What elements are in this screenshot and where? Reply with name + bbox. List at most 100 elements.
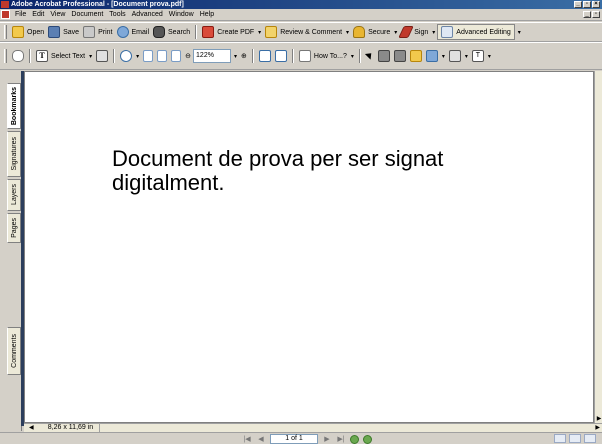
single-page-layout-button[interactable] [554, 434, 566, 443]
toolbar-grip[interactable] [4, 25, 7, 39]
document-window-controls: _ ▫ [583, 11, 600, 18]
binoculars-icon [153, 26, 166, 38]
menu-edit[interactable]: Edit [29, 9, 47, 21]
note-button[interactable] [408, 48, 424, 64]
zoom-out-button[interactable]: ⊖ [183, 48, 193, 64]
fit-page-button[interactable] [155, 48, 169, 64]
minimize-button[interactable]: _ [574, 1, 582, 8]
menu-view[interactable]: View [47, 9, 68, 21]
tab-layers[interactable]: Layers [7, 179, 21, 211]
zoom-in-button[interactable]: ⊕ [239, 48, 249, 64]
secure-label: Secure [368, 28, 391, 36]
measure-icon: T [471, 50, 484, 62]
tab-signatures-label: Signatures [10, 137, 18, 171]
menu-advanced[interactable]: Advanced [129, 9, 166, 21]
zoom-dropdown[interactable]: ▾ [231, 48, 239, 64]
close-button[interactable]: × [592, 1, 600, 8]
status-bar: |◀ ◀ 1 of 1 ▶ ▶| [0, 432, 602, 444]
facing-layout-button[interactable] [584, 434, 596, 443]
advanced-editing-label: Advanced Editing [456, 28, 511, 36]
review-comment-button[interactable]: Review & Comment ▾ [263, 24, 351, 40]
tab-signatures[interactable]: Signatures [7, 131, 21, 177]
how-to-label: How To...? [313, 52, 347, 60]
scroll-down-arrow[interactable]: ▶ [595, 415, 602, 423]
search-button[interactable]: Search [151, 24, 192, 40]
stamp-button[interactable] [392, 48, 408, 64]
tab-bookmarks-label: Bookmarks [10, 86, 18, 126]
email-button[interactable]: Email [115, 24, 152, 40]
chevron-down-icon: ▾ [89, 53, 93, 60]
document-icon[interactable] [1, 10, 10, 19]
horizontal-scrollbar[interactable]: ◀ 8,26 x 11,69 in ▶ [24, 423, 602, 432]
save-label: Save [63, 28, 80, 36]
toolbar-separator [113, 49, 116, 63]
tab-comments[interactable]: Comments [7, 327, 21, 375]
menu-document[interactable]: Document [68, 9, 106, 21]
page-number-input[interactable]: 1 of 1 [270, 434, 318, 444]
open-button[interactable]: Open [10, 24, 46, 40]
review-comment-icon [265, 26, 278, 38]
print-button[interactable]: Print [81, 24, 114, 40]
document-text[interactable]: Document de prova per ser signat digital… [112, 147, 542, 195]
snapshot-button[interactable] [94, 48, 110, 64]
maximize-button[interactable]: ▫ [583, 1, 591, 8]
scroll-left-arrow[interactable]: ◀ [29, 425, 37, 432]
rotate-view-ccw-button[interactable] [273, 48, 289, 64]
previous-view-button[interactable] [350, 434, 359, 444]
rotate-view-button[interactable] [257, 48, 273, 64]
measure-tool-button[interactable]: T ▾ [470, 48, 493, 64]
continuous-layout-button[interactable] [569, 434, 581, 443]
rotate-ccw-icon [274, 50, 287, 62]
menu-window[interactable]: Window [166, 9, 197, 21]
select-object-button[interactable] [364, 48, 376, 64]
sign-button[interactable]: Sign ▾ [398, 24, 437, 40]
touchup-text-button[interactable] [376, 48, 392, 64]
fit-width-button[interactable] [169, 48, 183, 64]
previous-page-button[interactable]: ◀ [256, 435, 266, 444]
camera-icon [96, 50, 109, 62]
select-text-button[interactable]: T Select Text ▾ [34, 48, 94, 64]
next-view-button[interactable] [363, 434, 372, 444]
secure-button[interactable]: Secure ▾ [351, 24, 399, 40]
doc-minimize-button[interactable]: _ [583, 11, 591, 18]
page-layout-controls [554, 434, 596, 443]
zoom-tool-button[interactable]: ▾ [118, 48, 141, 64]
create-pdf-button[interactable]: Create PDF ▾ [200, 24, 263, 40]
file-toolbar: Open Save Print Email Search Create PDF ▾… [0, 22, 602, 42]
menu-bar: File Edit View Document Tools Advanced W… [0, 9, 602, 21]
doc-restore-button[interactable]: ▫ [592, 11, 600, 18]
how-to-button[interactable]: How To...? ▾ [297, 48, 356, 64]
last-page-button[interactable]: ▶| [336, 435, 346, 444]
menu-help[interactable]: Help [197, 9, 217, 21]
advanced-editing-button[interactable]: Advanced Editing [437, 24, 515, 40]
sticky-note-icon [409, 50, 422, 62]
tab-pages[interactable]: Pages [7, 213, 21, 243]
floppy-disk-icon [48, 26, 61, 38]
actual-size-button[interactable] [141, 48, 155, 64]
menu-tools[interactable]: Tools [106, 9, 128, 21]
vertical-scrollbar[interactable]: ▶ [594, 71, 602, 423]
toolbar-grip[interactable] [4, 49, 7, 63]
acrobat-app-icon [1, 1, 9, 8]
save-button[interactable]: Save [46, 24, 81, 40]
hand-tool-button[interactable] [10, 48, 26, 64]
form-tool-button[interactable]: ▾ [447, 48, 470, 64]
toolbar-separator [291, 49, 294, 63]
scroll-right-arrow[interactable]: ▶ [595, 425, 600, 432]
chevron-down-icon: ▾ [394, 29, 398, 36]
magnifier-icon [120, 50, 133, 62]
create-pdf-icon [202, 26, 215, 38]
touchup-icon [377, 50, 390, 62]
folder-icon [12, 26, 24, 38]
next-page-button[interactable]: ▶ [322, 435, 332, 444]
review-comment-label: Review & Comment [280, 28, 343, 36]
zoom-level-input[interactable]: 122% [193, 49, 232, 63]
tab-bookmarks[interactable]: Bookmarks [7, 83, 21, 129]
chevron-down-icon: ▾ [517, 29, 521, 36]
menu-file[interactable]: File [12, 9, 29, 21]
first-page-button[interactable]: |◀ [242, 435, 252, 444]
drawing-tool-button[interactable]: ▾ [424, 48, 447, 64]
document-page[interactable]: Document de prova per ser signat digital… [24, 71, 594, 423]
advanced-editing-dropdown[interactable]: ▾ [515, 24, 523, 40]
email-label: Email [131, 28, 150, 36]
